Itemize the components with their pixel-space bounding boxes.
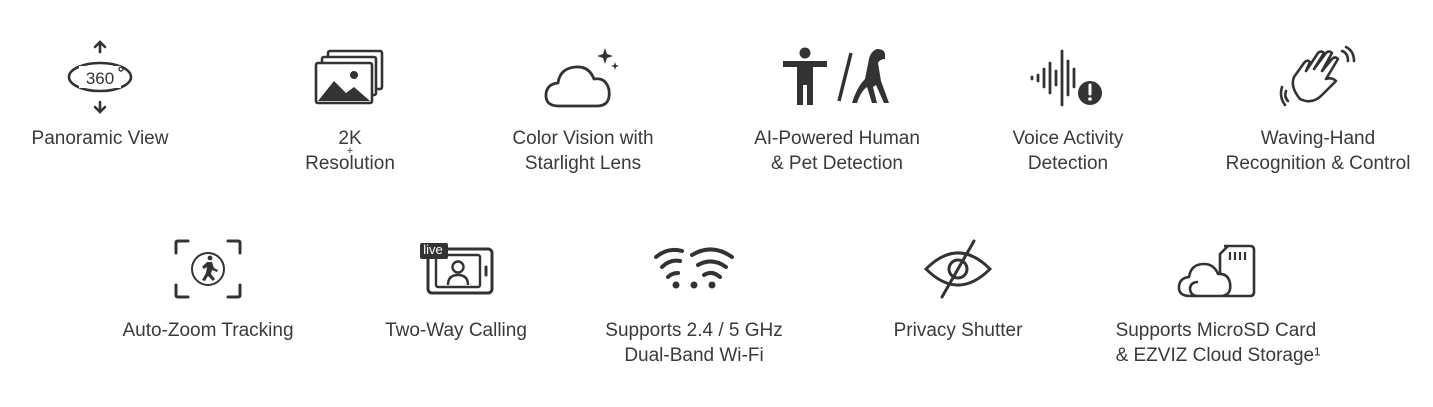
feature-label: Privacy Shutter: [893, 320, 1023, 341]
feature-two-way-calling: live Two-Way Calling: [385, 228, 527, 343]
sound-alert-icon: [1008, 36, 1128, 118]
feature-privacy-shutter: Privacy Shutter: [894, 228, 1022, 343]
wifi-icon: [634, 228, 754, 310]
feature-color-vision: Color Vision with Starlight Lens: [512, 36, 654, 176]
svg-text:360: 360: [86, 69, 114, 88]
feature-label: 2K + Resolution: [305, 128, 395, 174]
feature-label: Supports 2.4 / 5 GHz Dual-Band Wi-Fi: [605, 320, 783, 366]
feature-label: Voice Activity Detection: [1012, 128, 1124, 174]
cloud-sdcard-icon: [1158, 228, 1278, 310]
feature-dual-band-wifi: Supports 2.4 / 5 GHz Dual-Band Wi-Fi: [605, 228, 783, 368]
feature-voice-activity: Voice Activity Detection: [1008, 36, 1128, 176]
feature-label: Two-Way Calling: [385, 320, 527, 341]
feature-label: AI-Powered Human & Pet Detection: [754, 128, 920, 174]
feature-ai-detection: AI-Powered Human & Pet Detection: [754, 36, 920, 176]
cloud-sparkle-icon: [523, 36, 643, 118]
feature-2k-resolution: 2K + Resolution: [290, 36, 410, 176]
feature-auto-zoom: Auto-Zoom Tracking: [122, 228, 294, 343]
feature-waving-hand: Waving-Hand Recognition & Control: [1226, 36, 1410, 176]
human-pet-icon: [777, 36, 897, 118]
tracking-frame-icon: [148, 228, 268, 310]
image-stack-icon: [290, 36, 410, 118]
feature-label: Supports MicroSD Card & EZVIZ Cloud Stor…: [1115, 320, 1321, 366]
live-badge-label: live: [423, 241, 443, 257]
eye-slash-icon: [898, 228, 1018, 310]
feature-storage: Supports MicroSD Card & EZVIZ Cloud Stor…: [1116, 228, 1320, 368]
feature-label: Panoramic View: [31, 128, 169, 149]
rotate-360-icon: 360: [40, 36, 160, 118]
feature-label: Auto-Zoom Tracking: [122, 320, 294, 341]
feature-panoramic-view: 360 Panoramic View: [32, 36, 168, 151]
waving-hand-icon: [1258, 36, 1378, 118]
live-call-icon: live: [396, 228, 516, 310]
feature-label: Color Vision with Starlight Lens: [512, 128, 654, 174]
feature-label: Waving-Hand Recognition & Control: [1225, 128, 1411, 174]
